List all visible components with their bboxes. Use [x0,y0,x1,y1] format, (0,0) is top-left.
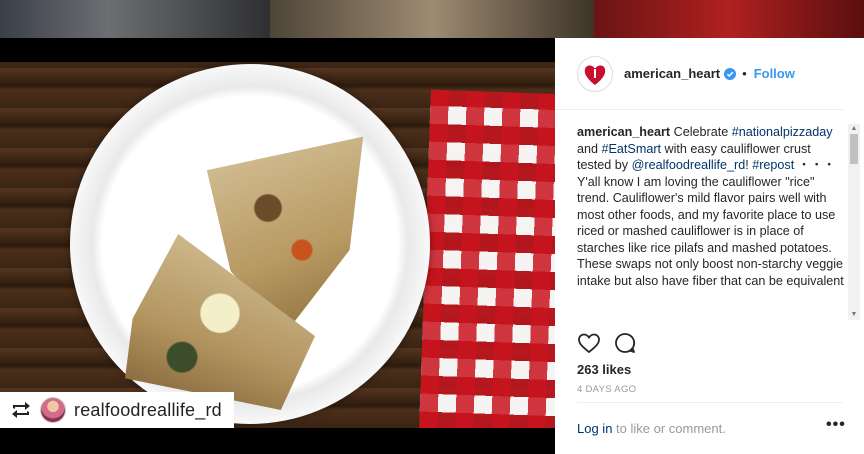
photo-letterbox-bottom [0,428,555,454]
thumbnail-current-post[interactable] [270,0,594,38]
thumbnail-next-post[interactable] [594,0,864,38]
repost-icon [12,402,30,418]
avatar[interactable] [577,55,613,92]
caption-text: Celebrate [670,125,732,139]
login-prompt: Log in to like or comment. [577,421,726,436]
post-header: american_heart • Follow [555,38,844,110]
repost-avatar [40,397,66,423]
hashtag-link[interactable]: #EatSmart [602,142,662,156]
verified-badge-icon [724,67,737,80]
more-options-button[interactable]: ••• [826,416,846,434]
follow-button[interactable]: Follow [754,66,795,81]
heart-icon[interactable] [577,331,601,355]
hashtag-link[interactable]: #nationalpizzaday [732,125,833,139]
post-timestamp[interactable]: 4 DAYS AGO [577,384,636,395]
scrollbar-thumb[interactable] [850,134,858,164]
login-prompt-text: to like or comment. [612,421,726,436]
login-link[interactable]: Log in [577,421,612,436]
repost-credit-badge: realfoodreallife_rd [0,392,234,428]
hashtag-link[interactable]: #repost [752,158,794,172]
thumbnail-previous-post[interactable] [0,0,270,38]
post-caption: american_heart Celebrate #nationalpizzad… [577,124,845,289]
caption-scrollbar[interactable]: ▲ ▼ [848,124,860,320]
checkered-napkin [419,89,555,428]
thumbnail-strip [0,0,864,38]
post-actions [577,331,637,355]
post-side-panel: american_heart • Follow american_heart C… [555,38,864,454]
scroll-up-arrow-icon[interactable]: ▲ [850,125,858,133]
heart-torch-logo-icon [582,60,608,87]
post-username[interactable]: american_heart [624,66,720,81]
caption-scroll-area[interactable]: american_heart Celebrate #nationalpizzad… [577,124,845,320]
post-photo[interactable] [0,62,555,428]
caption-text: and [577,141,602,156]
caption-username[interactable]: american_heart [577,125,670,139]
scroll-down-arrow-icon[interactable]: ▼ [850,311,858,319]
photo-letterbox-top [0,38,555,62]
repost-username: realfoodreallife_rd [74,399,222,420]
header-separator: • [742,66,747,81]
mention-link[interactable]: @realfoodreallife_rd [632,158,746,172]
like-count[interactable]: 263 likes [577,362,631,377]
comment-icon[interactable] [613,331,637,355]
caption-text: ・・・ Y'all know I am loving the cauliflow… [577,158,844,288]
divider [577,402,843,403]
